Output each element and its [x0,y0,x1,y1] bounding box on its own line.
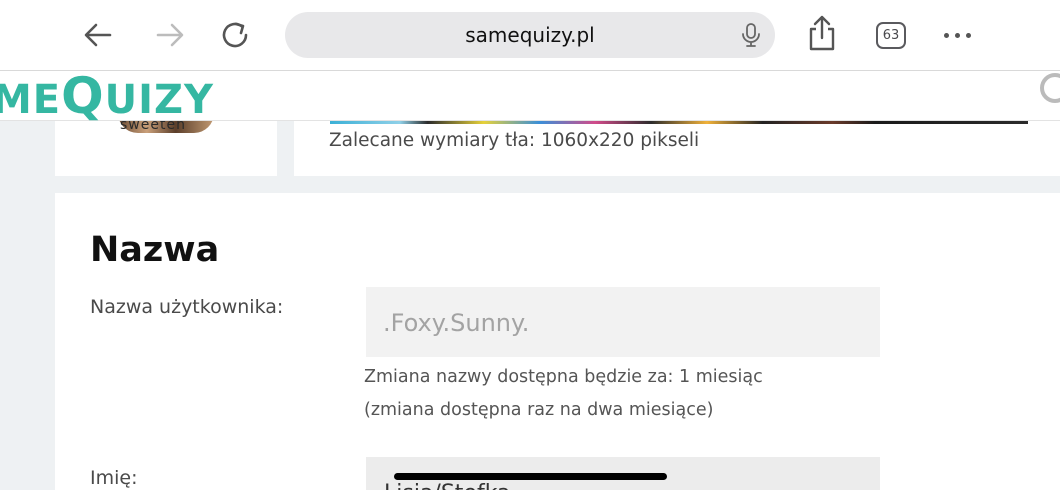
site-header: MEQUIZY [0,67,1060,125]
back-button[interactable] [81,18,115,52]
first-name-label: Imię: [90,467,138,489]
url-text[interactable]: samequizy.pl [285,12,775,58]
name-change-rule: (zmiana dostępna raz na dwa miesiące) [364,400,714,420]
username-label: Nazwa użytkownika: [90,296,284,318]
tabs-count-button[interactable]: 63 [876,22,906,49]
browser-toolbar: samequizy.pl 63 [0,0,1060,71]
first-name-value: Lisia/Stefka [384,481,511,490]
avatar-image: sweeten [118,121,214,135]
background-image-preview[interactable] [330,121,1028,124]
username-placeholder: .Foxy.Sunny. [383,309,530,337]
name-change-info: Zmiana nazwy dostępna będzie za: 1 miesi… [364,367,763,387]
share-button[interactable] [805,15,839,51]
arrow-right-icon [156,23,184,47]
avatar-caption: sweeten [120,121,186,133]
reload-icon [222,22,248,48]
address-bar[interactable]: samequizy.pl [285,12,775,58]
microphone-icon[interactable] [740,23,762,47]
reload-button[interactable] [219,18,253,52]
search-icon[interactable] [1040,73,1060,103]
home-indicator [394,473,667,480]
arrow-left-icon [84,23,112,47]
background-size-hint: Zalecane wymiary tła: 1060x220 pikseli [329,130,700,151]
username-input[interactable]: .Foxy.Sunny. [366,287,880,357]
site-logo[interactable]: MEQUIZY [0,67,214,125]
section-title: Nazwa [90,230,220,270]
forward-button[interactable] [153,18,187,52]
share-icon [809,15,835,51]
more-dots-icon[interactable] [944,24,978,46]
